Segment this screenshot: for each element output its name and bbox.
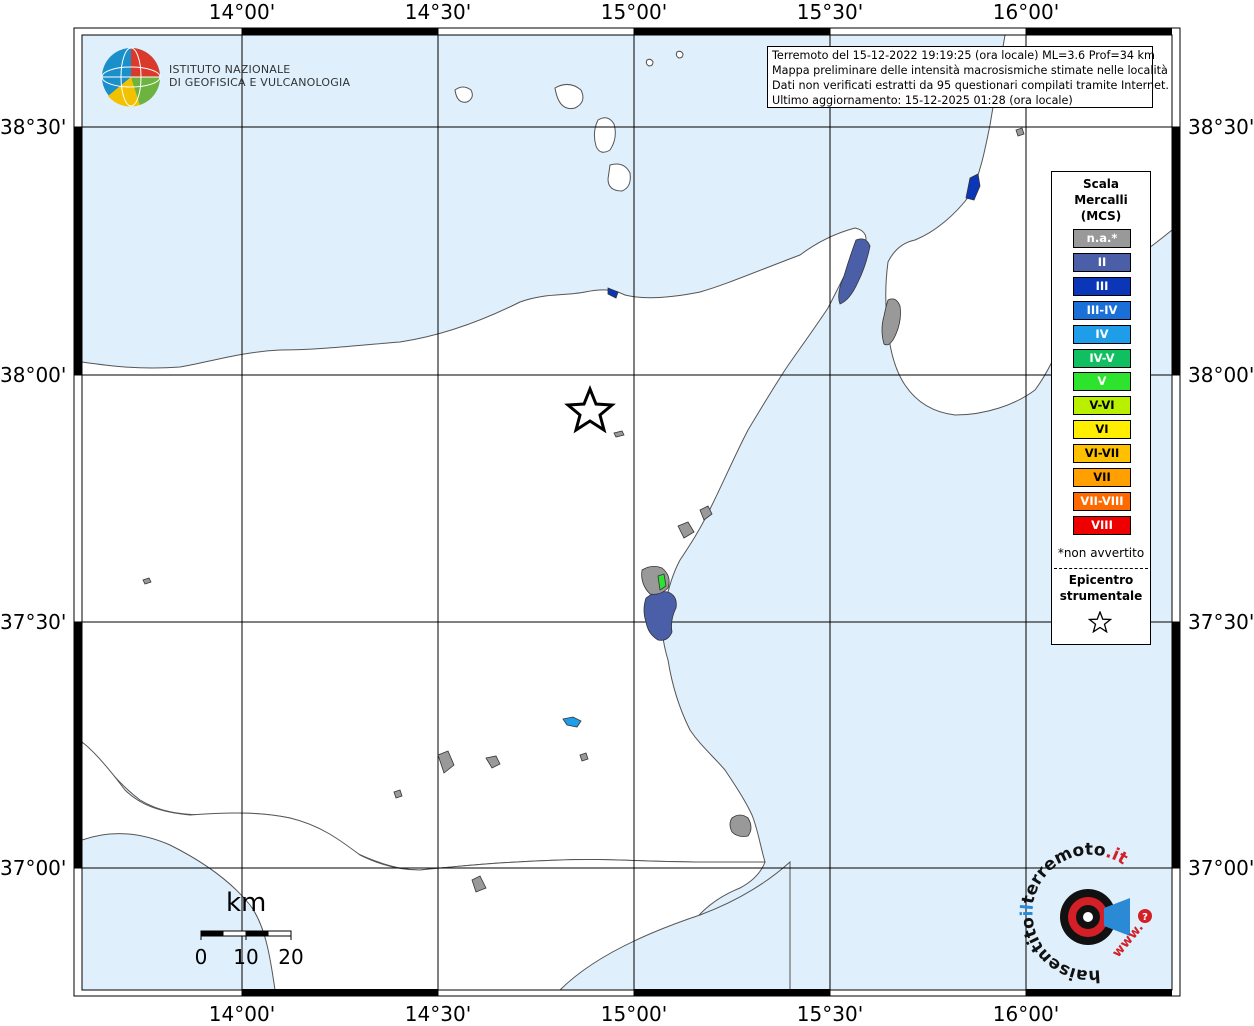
- legend-chip-2: III: [1073, 276, 1131, 296]
- island-stromboli: [675, 50, 684, 59]
- lat-label-left-1: 38°30': [0, 115, 67, 139]
- lat-label-right-2: 38°00': [1188, 363, 1254, 387]
- legend-title: Scala Mercalli (MCS): [1052, 176, 1150, 224]
- lon-label-bottom-5: 16°00': [992, 1002, 1060, 1026]
- ingv-logo-line-1: ISTITUTO NAZIONALE: [169, 63, 291, 76]
- legend-chip-11: VII-VIII: [1073, 491, 1131, 511]
- legend-star-icon: [1088, 611, 1112, 633]
- ingv-logo-text: ISTITUTO NAZIONALE DI GEOFISICA E VULCAN…: [169, 63, 350, 89]
- intensity-map: ? haisentitoilterremoto.it www. 14°00' 14…: [0, 0, 1254, 1026]
- legend-chip-3: III-IV: [1073, 300, 1131, 320]
- lon-label-bottom-3: 15°00': [600, 1002, 668, 1026]
- lon-label-bottom-2: 14°30': [404, 1002, 472, 1026]
- intensity-area-augusta: [729, 814, 752, 837]
- lon-label-top-2: 14°30': [404, 0, 472, 24]
- lat-label-right-3: 37°30': [1188, 610, 1254, 634]
- legend-title-line-3: (MCS): [1080, 209, 1122, 223]
- legend-chip-10: VII: [1073, 468, 1131, 487]
- scale-bar-unit: km: [226, 888, 267, 918]
- legend-title-line-2: Mercalli: [1074, 193, 1128, 207]
- scale-bar-tick-0: 0: [194, 945, 208, 969]
- legend-chip-4: IV: [1073, 324, 1131, 344]
- legend-epicenter-line-2: strumentale: [1059, 589, 1143, 603]
- scale-bar-tick-20: 20: [278, 945, 304, 969]
- lat-label-right-1: 38°30': [1188, 115, 1254, 139]
- island-vulcano: [607, 163, 631, 192]
- legend-chip-5: IV-V: [1073, 348, 1131, 368]
- legend-chip-6: V: [1073, 372, 1131, 392]
- lon-label-top-5: 16°00': [992, 0, 1060, 24]
- lon-label-bottom-4: 15°30': [796, 1002, 864, 1026]
- lon-label-bottom-1: 14°00': [208, 1002, 276, 1026]
- event-info-line-4: Ultimo aggiornamento: 15-12-2025 01:28 (…: [772, 94, 1073, 107]
- ingv-logo-line-2: DI GEOFISICA E VULCANOLOGIA: [169, 76, 351, 89]
- legend-chip-7: V-VI: [1073, 396, 1131, 416]
- lat-label-left-4: 37°00': [0, 856, 67, 880]
- island-panarea: [645, 58, 654, 67]
- lat-label-left-2: 38°00': [0, 363, 67, 387]
- legend-note: *non avvertito: [1057, 546, 1145, 560]
- event-info-line-2: Mappa preliminare delle intensità macros…: [772, 64, 1168, 77]
- ingv-logo-icon: [101, 47, 161, 107]
- legend-chip-0: n.a.*: [1073, 229, 1131, 248]
- legend-epicenter: Epicentro strumentale: [1052, 572, 1150, 604]
- event-info-line-1: Terremoto del 15-12-2022 19:19:25 (ora l…: [772, 49, 1155, 62]
- lon-label-top-1: 14°00': [208, 0, 276, 24]
- lat-label-left-3: 37°30': [0, 610, 67, 634]
- lon-label-top-3: 15°00': [600, 0, 668, 24]
- scale-bar-tick-10: 10: [233, 945, 259, 969]
- svg-text:?: ?: [1142, 912, 1148, 923]
- legend-title-line-1: Scala: [1082, 177, 1120, 191]
- island-lipari: [593, 117, 616, 153]
- legend-chip-9: VI-VII: [1073, 444, 1131, 464]
- legend-epicenter-line-1: Epicentro: [1068, 573, 1134, 587]
- lat-label-right-4: 37°00': [1188, 856, 1254, 880]
- legend-chip-8: VI: [1073, 420, 1131, 440]
- legend-chip-12: VIII: [1073, 515, 1131, 535]
- event-info-line-3: Dati non verificati estratti da 95 quest…: [772, 79, 1169, 92]
- lon-label-top-4: 15°30': [796, 0, 864, 24]
- event-info-box: Terremoto del 15-12-2022 19:19:25 (ora l…: [767, 46, 1169, 108]
- legend-separator: [1054, 568, 1148, 569]
- legend-chip-1: II: [1073, 252, 1131, 272]
- mcs-legend: Scala Mercalli (MCS) n.a.* II III III-IV IV I…: [1051, 171, 1151, 645]
